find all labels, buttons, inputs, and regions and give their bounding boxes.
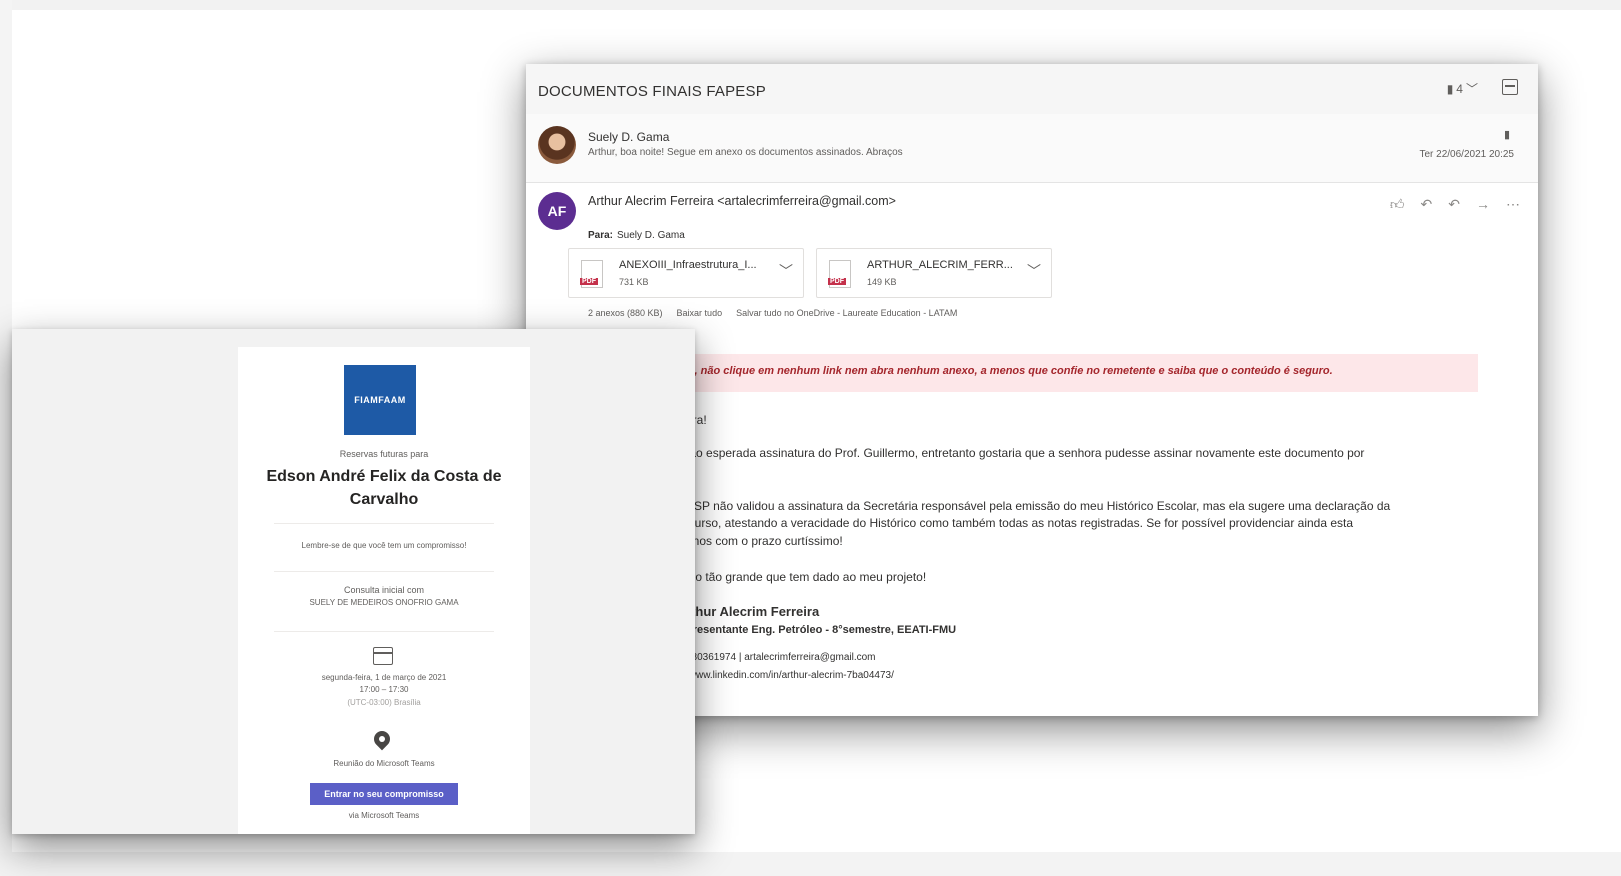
divider	[274, 523, 494, 524]
attachment-summary: 2 anexos (880 KB)	[588, 308, 663, 318]
body-line: oio tão grande que tem dado ao meu proje…	[686, 570, 927, 584]
signature-link[interactable]: /www.linkedin.com/in/arthur-alecrim-7ba0…	[686, 670, 894, 681]
appointment-timezone: (UTC-03:00) Brasília	[347, 698, 421, 707]
recipient-line: Para: Suely D. Gama	[588, 230, 685, 241]
body-line: tão esperada assinatura do Prof. Guiller…	[686, 446, 1365, 460]
consult-with: SUELY DE MEDEIROS ONOFRIO GAMA	[309, 598, 459, 607]
reserved-for-label: Reservas futuras para	[339, 449, 429, 459]
avatar	[538, 126, 576, 164]
message-sender: Suely D. Gama	[588, 130, 670, 144]
calendar-icon	[373, 647, 393, 665]
reminder-text: Lembre-se de que você tem um compromisso…	[301, 541, 467, 550]
signature-role: presentante Eng. Petróleo - 8°semestre, …	[686, 624, 957, 636]
to-label: Para:	[588, 230, 614, 241]
attachment-size: 731 KB	[619, 277, 649, 287]
appointment-card: FIAMFAAM Reservas futuras para Edson And…	[238, 347, 530, 834]
avatar-af: AF	[538, 192, 576, 230]
top-strip	[0, 0, 1621, 10]
divider	[274, 631, 494, 632]
location-pin-icon	[370, 727, 394, 751]
via-teams-label: via Microsoft Teams	[348, 811, 420, 820]
bottom-strip	[0, 852, 1621, 876]
join-appointment-button[interactable]: Entrar no seu compromisso	[310, 783, 458, 805]
left-edge	[0, 0, 12, 876]
divider	[274, 571, 494, 572]
body-line: ESP não validou a assinatura da Secretár…	[686, 499, 1391, 513]
person-name: Edson André Felix da Costa de Carvalho	[266, 468, 502, 508]
teams-appointment-window: FIAMFAAM Reservas futuras para Edson And…	[12, 329, 695, 834]
appointment-location: Reunião do Microsoft Teams	[333, 759, 435, 768]
pdf-icon	[580, 260, 603, 288]
signature-contact: 980361974 | artalecrimferreira@gmail.com	[686, 652, 876, 663]
body-line: Curso, atestando a veracidade do Históri…	[686, 516, 1354, 530]
recipient[interactable]: Suely D. Gama	[617, 230, 685, 241]
message-body: ora! tão esperada assinatura do Prof. Gu…	[686, 64, 1536, 716]
institution-logo: FIAMFAAM	[344, 365, 416, 435]
appointment-time: 17:00 – 17:30	[359, 685, 409, 694]
consult-label: Consulta inicial com	[343, 585, 425, 595]
signature-name: rthur Alecrim Ferreira	[686, 604, 820, 619]
body-line: enos com o prazo curtíssimo!	[686, 534, 843, 548]
appointment-date: segunda-feira, 1 de março de 2021	[321, 673, 447, 682]
